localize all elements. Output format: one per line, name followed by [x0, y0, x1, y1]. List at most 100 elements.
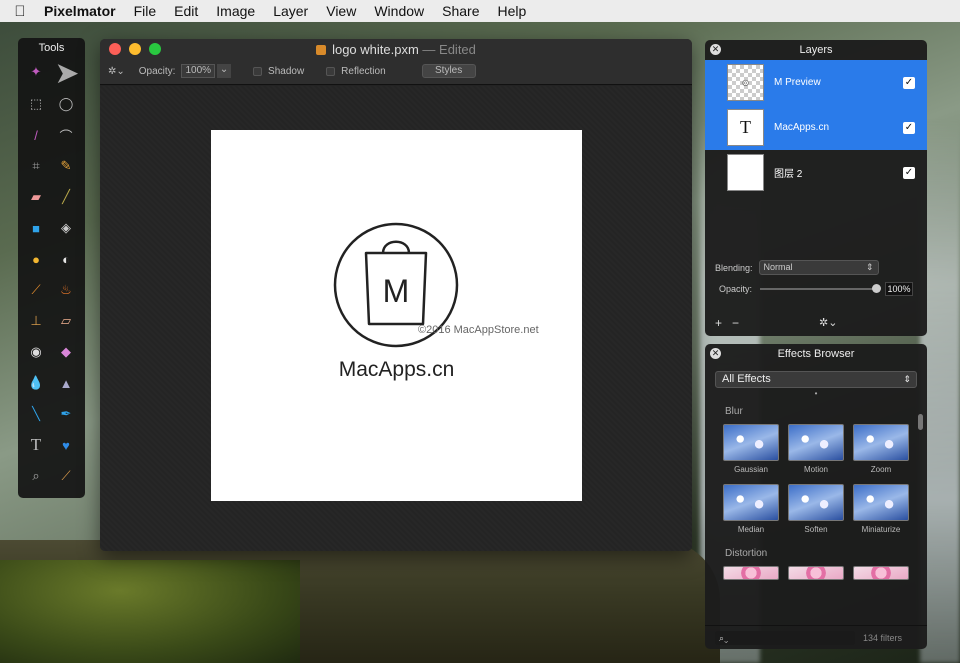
effect-label: Median — [737, 525, 765, 534]
layer-opacity-field[interactable]: 100% — [885, 282, 913, 296]
magic-wand-icon[interactable]: ✦ — [26, 62, 46, 82]
visibility-checkbox[interactable]: ✓ — [903, 166, 915, 179]
effect-gaussian[interactable]: Gaussian — [723, 424, 779, 474]
layer-thumb-logo-icon: ◎ — [742, 78, 749, 87]
document-toolbar: ✲⌄ Opacity: 100% ⌄ Shadow Reflection Sty… — [108, 62, 692, 80]
eyedropper-icon[interactable]: ⟋ — [56, 466, 76, 486]
menu-window[interactable]: Window — [365, 3, 433, 19]
pencil-icon[interactable]: ✎ — [56, 156, 76, 176]
effect-row: Median Soften Miniaturize — [723, 484, 927, 534]
gradient-icon[interactable]: ● — [26, 249, 46, 269]
effect-distortion-item[interactable] — [853, 566, 909, 584]
effect-miniaturize[interactable]: Miniaturize — [853, 484, 909, 534]
freeform-pen-icon[interactable]: ✒ — [56, 404, 76, 424]
close-icon[interactable]: ✕ — [710, 348, 721, 359]
sharpen-icon[interactable]: ▲ — [56, 373, 76, 393]
updown-arrow-icon: ⇕ — [903, 374, 911, 384]
gear-icon[interactable]: ✲⌄ — [819, 316, 837, 330]
zoom-icon[interactable]: ⌕ — [26, 466, 46, 486]
bandage-icon[interactable]: ▱ — [56, 311, 76, 331]
gear-icon[interactable]: ✲⌄ — [108, 66, 125, 77]
menu-help[interactable]: Help — [488, 3, 535, 19]
page-indicator-dot: • — [814, 389, 818, 398]
lasso-icon[interactable]: ⌒ — [56, 125, 76, 145]
canvas-area[interactable]: M ©2016 MacAppStore.net MacApps.cn — [100, 86, 692, 551]
color-picker-icon[interactable]: ◐ — [56, 249, 76, 269]
layer-row[interactable]: T MacApps.cn ✓ — [705, 105, 927, 150]
blending-row: Blending: Normal ⇕ — [715, 260, 879, 275]
menu-share[interactable]: Share — [433, 3, 488, 19]
canvas-logo-text: MacApps.cn — [338, 358, 455, 381]
effect-group-heading: Blur — [725, 406, 743, 417]
close-icon[interactable]: ✕ — [710, 44, 721, 55]
brush-select-icon[interactable]: / — [26, 125, 46, 145]
checkbox-icon — [326, 66, 336, 76]
effect-median[interactable]: Median — [723, 484, 779, 534]
opacity-label: Opacity: — [138, 65, 176, 77]
effects-search-input[interactable]: ⌕⌄ — [715, 630, 855, 645]
line-icon[interactable]: ╱ — [56, 187, 76, 207]
effect-distortion-item[interactable] — [788, 566, 844, 584]
menu-file[interactable]: File — [125, 3, 166, 19]
shadow-checkbox[interactable]: Shadow — [253, 66, 304, 77]
layers-titlebar: ✕ Layers — [705, 40, 927, 60]
layer-row[interactable]: 图层 2 ✓ — [705, 150, 927, 195]
ellipse-marquee-icon[interactable]: ◯ — [56, 94, 76, 114]
reflection-checkbox[interactable]: Reflection — [326, 66, 386, 77]
cursor-icon[interactable]: ➤ — [54, 56, 80, 90]
effect-soften[interactable]: Soften — [788, 484, 844, 534]
app-menu[interactable]: Pixelmator — [40, 3, 125, 19]
eraser-icon[interactable]: ▰ — [26, 187, 46, 207]
menu-layer[interactable]: Layer — [264, 3, 317, 19]
effect-label: Gaussian — [734, 465, 768, 474]
burn-icon[interactable]: ♨ — [56, 280, 76, 300]
add-layer-button[interactable]: + — [715, 316, 722, 330]
blur-drop-icon[interactable]: 💧 — [26, 373, 46, 393]
effect-thumbnail — [788, 424, 844, 461]
rect-marquee-icon[interactable]: ⬚ — [26, 94, 46, 114]
menu-view[interactable]: View — [317, 3, 365, 19]
type-icon[interactable]: T — [26, 435, 46, 455]
effect-thumbnail — [723, 566, 779, 580]
light-eraser-icon[interactable]: ◆ — [56, 342, 76, 362]
effects-category-select[interactable]: All Effects ⇕ — [715, 371, 917, 388]
scrollbar[interactable] — [918, 414, 923, 430]
visibility-checkbox[interactable]: ✓ — [903, 76, 915, 89]
chevron-down-icon[interactable]: ⌄ — [217, 64, 232, 78]
opacity-slider[interactable] — [760, 284, 881, 293]
crop-icon[interactable]: ⌗ — [26, 156, 46, 176]
visibility-checkbox[interactable]: ✓ — [903, 121, 915, 134]
effect-zoom[interactable]: Zoom — [853, 424, 909, 474]
effects-category-value: All Effects — [722, 373, 771, 385]
effect-label: Soften — [804, 525, 828, 534]
heart-shape-icon[interactable]: ♥ — [56, 435, 76, 455]
shadow-label: Shadow — [268, 65, 305, 77]
logo-letter: M — [383, 273, 410, 309]
pen-icon[interactable]: ╲ — [26, 404, 46, 424]
menu-image[interactable]: Image — [207, 3, 264, 19]
canvas[interactable]: M ©2016 MacAppStore.net MacApps.cn — [211, 130, 582, 501]
checkbox-icon — [253, 66, 263, 76]
opacity-field[interactable]: 100% — [181, 64, 216, 78]
effect-thumbnail — [723, 424, 779, 461]
styles-button[interactable]: Styles — [421, 64, 476, 78]
slider-knob[interactable] — [872, 284, 881, 293]
layers-title: Layers — [799, 44, 833, 56]
blending-select[interactable]: Normal ⇕ — [758, 260, 879, 275]
effect-thumbnail — [853, 484, 909, 521]
apple-menu-icon[interactable]:  — [0, 3, 40, 20]
sponge-icon[interactable]: ⟋ — [26, 280, 46, 300]
menu-edit[interactable]: Edit — [165, 3, 207, 19]
clone-stamp-icon[interactable]: ⊥ — [26, 311, 46, 331]
remove-layer-button[interactable]: − — [732, 316, 739, 330]
paint-bucket-icon[interactable]: ◈ — [56, 218, 76, 238]
layer-row[interactable]: ◎ M Preview ✓ — [705, 60, 927, 105]
effect-row: Gaussian Motion Zoom — [723, 424, 927, 474]
effect-motion[interactable]: Motion — [788, 424, 844, 474]
red-eye-icon[interactable]: ◉ — [26, 342, 46, 362]
effect-distortion-item[interactable] — [723, 566, 779, 584]
layer-thumbnail: T — [727, 109, 764, 146]
rectangle-shape-icon[interactable]: ■ — [26, 218, 46, 238]
layer-opacity-label: Opacity: — [719, 284, 753, 294]
document-file-icon — [316, 45, 327, 55]
